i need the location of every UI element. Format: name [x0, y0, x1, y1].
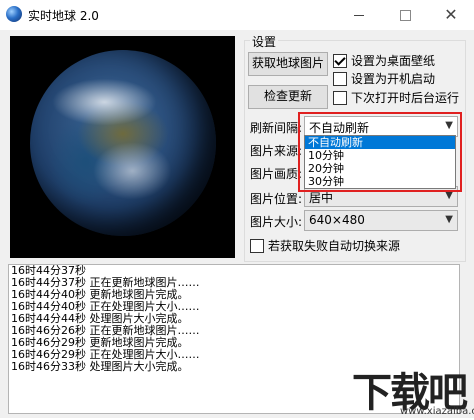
earth-image-panel — [10, 36, 235, 258]
autostart-checkbox[interactable]: 设置为开机启动 — [333, 70, 435, 87]
maximize-button[interactable] — [382, 0, 428, 30]
checkbox-label: 若获取失败自动切换来源 — [268, 239, 401, 253]
interval-label: 刷新间隔: — [250, 121, 303, 135]
checkbox-box[interactable] — [333, 71, 347, 86]
watermark: 下载吧 www.xiazaiba.com — [352, 360, 474, 420]
auto-switch-source-checkbox[interactable]: 若获取失败自动切换来源 — [250, 237, 400, 254]
close-button[interactable]: ✕ — [428, 0, 474, 30]
size-value: 640×480 — [309, 213, 365, 227]
size-label: 图片大小: — [250, 215, 303, 229]
checkbox-label: 设置为桌面壁纸 — [351, 54, 436, 68]
window-title: 实时地球 2.0 — [28, 9, 99, 23]
minimize-icon — [354, 14, 364, 16]
checkbox-box[interactable] — [333, 90, 347, 105]
close-icon: ✕ — [444, 5, 458, 24]
fetch-earth-image-button[interactable]: 获取地球图片 — [248, 52, 328, 76]
settings-group-title: 设置 — [250, 33, 279, 50]
main-window: 设置 获取地球图片 检查更新 设置为桌面壁纸 设置为开机启动 下次打开时后台运行… — [0, 30, 474, 418]
quality-label: 图片画质: — [250, 167, 303, 181]
highlight-annotation-box — [298, 112, 462, 192]
earth-app-icon — [6, 6, 22, 22]
watermark-url: www.xiazaiba.com — [400, 406, 474, 417]
maximize-icon — [399, 9, 411, 21]
checkbox-box[interactable] — [250, 238, 264, 253]
earth-image — [30, 50, 216, 236]
run-in-background-checkbox[interactable]: 下次打开时后台运行 — [333, 89, 459, 106]
minimize-button[interactable] — [336, 0, 382, 30]
size-select[interactable]: 640×480 ▼ — [304, 210, 458, 231]
source-label: 图片来源: — [250, 144, 303, 158]
checkbox-label: 设置为开机启动 — [351, 72, 436, 86]
checkbox-box[interactable] — [333, 53, 347, 68]
checkbox-label: 下次打开时后台运行 — [351, 91, 460, 105]
position-label: 图片位置: — [250, 192, 303, 206]
check-update-button[interactable]: 检查更新 — [248, 85, 328, 109]
title-bar: 实时地球 2.0 ✕ — [0, 0, 474, 30]
chevron-down-icon: ▼ — [445, 214, 453, 225]
set-wallpaper-checkbox[interactable]: 设置为桌面壁纸 — [333, 52, 435, 69]
